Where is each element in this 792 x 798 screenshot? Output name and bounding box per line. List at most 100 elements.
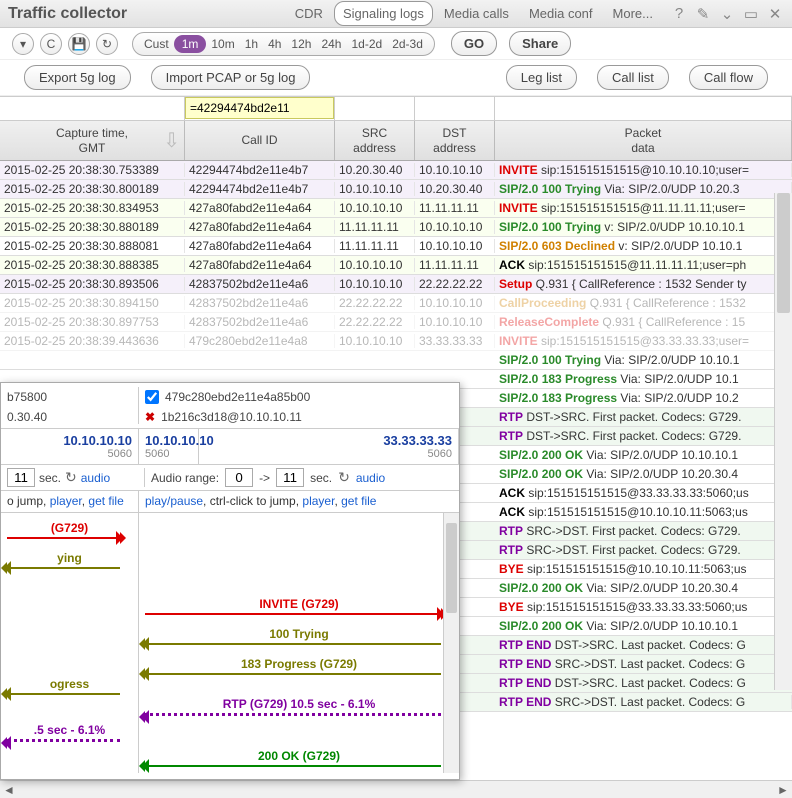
leg-2[interactable]: 479c280ebd2e11e4a85b00	[145, 387, 453, 407]
scroll-left-icon[interactable]: ◄	[0, 782, 18, 798]
filter-icon[interactable]: ▾	[12, 33, 34, 55]
table-row[interactable]: 2015-02-25 20:38:30.888081427a80fabd2e11…	[0, 237, 792, 256]
cell-callid: 427a80fabd2e11e4a64	[185, 239, 335, 253]
table-row[interactable]: 2015-02-25 20:38:30.89350642837502bd2e11…	[0, 275, 792, 294]
audio-link[interactable]: audio	[356, 471, 385, 485]
maximize-icon[interactable]: ▭	[742, 5, 760, 23]
player-link[interactable]: player	[50, 494, 82, 508]
audio-left-sec[interactable]	[7, 468, 35, 487]
range-24h[interactable]: 24h	[316, 35, 346, 53]
filter-capture[interactable]	[0, 97, 185, 120]
table-row[interactable]: SIP/2.0 100 Trying Via: SIP/2.0/UDP 10.1…	[0, 351, 792, 370]
range-10m[interactable]: 10m	[206, 35, 239, 53]
arrow-line	[145, 713, 441, 716]
filter-src[interactable]	[335, 97, 415, 120]
hint-left: o jump, player, get file	[1, 491, 139, 512]
scroll-right-icon[interactable]: ►	[774, 782, 792, 798]
tab-signaling-logs[interactable]: Signaling logs	[334, 1, 433, 26]
filter-dst[interactable]	[415, 97, 495, 120]
table-row[interactable]: 2015-02-25 20:38:30.89775342837502bd2e11…	[0, 313, 792, 332]
cell-packet: Setup Q.931 { CallReference : 1532 Sende…	[495, 277, 792, 291]
range-2d3d[interactable]: 2d-3d	[387, 35, 428, 53]
cell-packet: RTP END DST->SRC. Last packet. Codecs: G	[495, 638, 792, 652]
host-ip: 10.10.10.10	[63, 433, 132, 448]
header-callid[interactable]: Call ID	[185, 121, 335, 160]
reload-icon[interactable]: ↻	[65, 469, 77, 486]
import-pcap-button[interactable]: Import PCAP or 5g log	[151, 65, 311, 90]
cell-packet: INVITE sip:151515151515@11.11.11.11;user…	[495, 201, 792, 215]
cell-capture: 2015-02-25 20:38:30.753389	[0, 163, 185, 177]
cell-dst: 10.10.10.10	[415, 239, 495, 253]
callflow-panel: ✕ b75800 0.30.40 479c280ebd2e11e4a85b00 …	[0, 382, 460, 780]
cell-packet: ACK sip:151515151515@33.33.33.33:5060;us	[495, 486, 792, 500]
export-5g-button[interactable]: Export 5g log	[24, 65, 131, 90]
getfile-link[interactable]: get file	[88, 494, 123, 508]
table-row[interactable]: 2015-02-25 20:38:30.75338942294474bd2e11…	[0, 161, 792, 180]
arrow-label: 200 OK (G729)	[139, 749, 459, 763]
range-12h[interactable]: 12h	[286, 35, 316, 53]
close-icon[interactable]: ✕	[766, 5, 784, 23]
horizontal-scrollbar[interactable]: ◄ ►	[0, 780, 792, 798]
cell-src: 22.22.22.22	[335, 315, 415, 329]
host-port: 5060	[428, 448, 452, 460]
cell-src: 10.10.10.10	[335, 334, 415, 348]
table-row[interactable]: 2015-02-25 20:38:30.80018942294474bd2e11…	[0, 180, 792, 199]
header-capture[interactable]: Capture time, GMT⇩	[0, 121, 185, 160]
filter-callid-input[interactable]	[185, 97, 334, 119]
tab-more[interactable]: More...	[604, 1, 662, 26]
table-row[interactable]: 2015-02-25 20:38:30.834953427a80fabd2e11…	[0, 199, 792, 218]
range-1m[interactable]: 1m	[174, 35, 207, 53]
tab-media-calls[interactable]: Media calls	[435, 1, 518, 26]
share-button[interactable]: Share	[509, 31, 571, 56]
call-flow-button[interactable]: Call flow	[689, 65, 768, 90]
audio-from[interactable]	[225, 468, 253, 487]
go-button[interactable]: GO	[451, 31, 497, 56]
x-icon[interactable]: ✖	[145, 410, 155, 424]
header-dst[interactable]: DST address	[415, 121, 495, 160]
arrow-line	[7, 537, 120, 539]
getfile-link[interactable]: get file	[341, 494, 376, 508]
sort-arrow-icon[interactable]: ⇩	[163, 129, 180, 153]
cell-src: 10.10.10.10	[335, 277, 415, 291]
header-src[interactable]: SRC address	[335, 121, 415, 160]
help-icon[interactable]: ?	[670, 5, 688, 23]
scrollbar-thumb[interactable]	[777, 193, 790, 313]
tab-media-conf[interactable]: Media conf	[520, 1, 602, 26]
cell-src: 10.10.10.10	[335, 201, 415, 215]
table-row[interactable]: 2015-02-25 20:38:30.89415042837502bd2e11…	[0, 294, 792, 313]
audio-link[interactable]: audio	[81, 471, 110, 485]
cell-packet: RTP END SRC->DST. Last packet. Codecs: G	[495, 657, 792, 671]
hint-right: play/pause, ctrl-click to jump, player, …	[139, 491, 459, 512]
table-row[interactable]: 2015-02-25 20:38:30.888385427a80fabd2e11…	[0, 256, 792, 275]
tab-cdr[interactable]: CDR	[286, 1, 332, 26]
table-row[interactable]: 2015-02-25 20:38:30.880189427a80fabd2e11…	[0, 218, 792, 237]
cell-dst: 22.22.22.22	[415, 277, 495, 291]
range-4h[interactable]: 4h	[263, 35, 286, 53]
call-list-button[interactable]: Call list	[597, 65, 669, 90]
range-1h[interactable]: 1h	[240, 35, 263, 53]
refresh-icon[interactable]: C	[40, 33, 62, 55]
vertical-scrollbar[interactable]	[774, 193, 792, 690]
cell-packet: SIP/2.0 100 Trying Via: SIP/2.0/UDP 10.2…	[495, 182, 792, 196]
leg-list-button[interactable]: Leg list	[506, 65, 577, 90]
chevron-down-icon[interactable]: ⌄	[718, 5, 736, 23]
audio-to[interactable]	[276, 468, 304, 487]
header-packet[interactable]: Packet data	[495, 121, 792, 160]
reload-icon[interactable]: ↻	[338, 469, 350, 486]
edit-icon[interactable]: ✎	[694, 5, 712, 23]
playpause-link[interactable]: play/pause	[145, 494, 203, 508]
cell-src: 10.20.30.40	[335, 163, 415, 177]
range-1d2d[interactable]: 1d-2d	[346, 35, 387, 53]
range-cust[interactable]: Cust	[139, 35, 174, 53]
filter-packet[interactable]	[495, 97, 792, 120]
table-row[interactable]: 2015-02-25 20:38:39.443636479c280ebd2e11…	[0, 332, 792, 351]
save-icon[interactable]: 💾	[68, 33, 90, 55]
player-link[interactable]: player	[302, 494, 334, 508]
leg-1: b75800	[7, 387, 138, 407]
audio-unit: sec.	[310, 471, 332, 485]
callflow-scrollbar[interactable]	[443, 513, 459, 773]
leg-2-checkbox[interactable]	[145, 390, 159, 404]
callflow-scroll-thumb[interactable]	[446, 523, 457, 613]
leg-3[interactable]: ✖1b216c3d18@10.10.10.11	[145, 407, 453, 427]
reload-icon[interactable]: ↻	[96, 33, 118, 55]
